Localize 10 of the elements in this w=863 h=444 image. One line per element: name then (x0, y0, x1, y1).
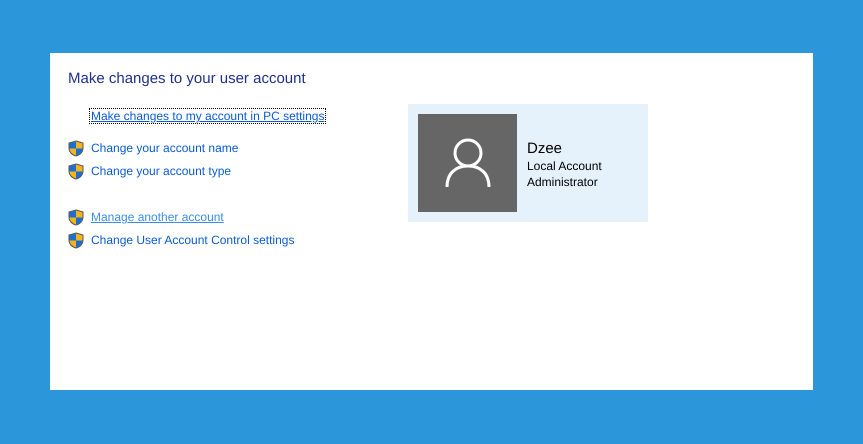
user-icon (444, 137, 492, 189)
task-link[interactable]: Make changes to my account in PC settings (90, 109, 326, 123)
account-detail: Local Account (527, 158, 602, 174)
account-detail: Administrator (527, 174, 599, 190)
task-link[interactable]: Change your account name (90, 141, 240, 155)
task-link[interactable]: Change User Account Control settings (90, 233, 296, 247)
task-link[interactable]: Change your account type (90, 164, 232, 178)
task-link[interactable]: Manage another account (90, 210, 225, 224)
account-name: Dzee (527, 140, 564, 157)
page-title: Make changes to your user account (68, 70, 307, 87)
